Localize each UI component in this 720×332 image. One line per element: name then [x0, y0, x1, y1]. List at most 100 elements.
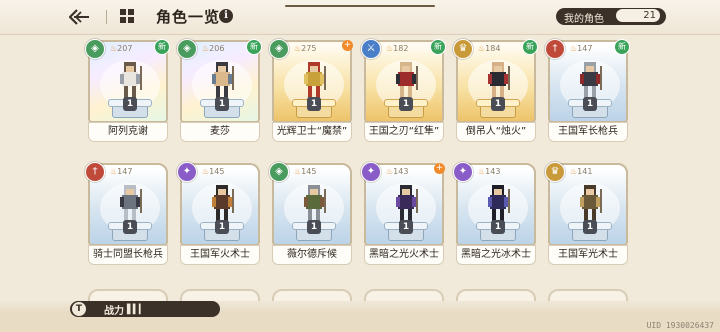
- power-number: 143: [485, 167, 501, 176]
- character-sprite: [120, 62, 142, 98]
- character-name: 骑士同盟长枪兵: [88, 245, 168, 265]
- level-badge: 1: [215, 97, 229, 111]
- power-number: 207: [117, 44, 133, 53]
- character-card[interactable]: 1 ♨275 ◈ + 光辉卫士“魔禁”: [269, 39, 353, 145]
- power-sort-label: 战力: [104, 306, 124, 317]
- power-value: ♨141: [570, 167, 592, 176]
- character-card[interactable]: 1 ♨182 ⚔ 新王国之刃“红隼”: [361, 39, 446, 145]
- level-badge: 1: [123, 97, 137, 111]
- class-icon: ♛: [545, 162, 565, 182]
- class-icon: ⚔: [361, 39, 381, 59]
- my-characters-counter: 我的角色 21: [556, 8, 666, 25]
- upgrade-badge: +: [342, 40, 353, 51]
- top-bar: 角色一览 i 我的角色 21: [0, 0, 720, 35]
- page-title: 角色一览: [156, 8, 221, 26]
- character-card[interactable]: 1 ♨147 † 骑士同盟长枪兵: [85, 162, 168, 268]
- power-value: ♨275: [294, 44, 316, 53]
- character-sprite: [580, 185, 602, 221]
- level-badge: 1: [583, 97, 597, 111]
- character-card[interactable]: 1 ♨184 ♛ 新倒吊人“烛火”: [453, 39, 538, 145]
- new-badge: 新: [522, 39, 538, 55]
- character-name: 薇尔德斥候: [272, 245, 352, 265]
- power-value: ♨147: [570, 44, 592, 53]
- character-sprite: [396, 62, 418, 98]
- character-name: 王国军火术士: [180, 245, 260, 265]
- power-value: ♨145: [294, 167, 316, 176]
- new-badge: 新: [614, 39, 630, 55]
- character-name: 阿列克谢: [88, 122, 168, 142]
- class-icon: ◈: [85, 39, 105, 59]
- sort-bars-icon: ▌▍▎: [127, 305, 146, 315]
- uid-label: UID 1930026437: [646, 321, 714, 330]
- character-name: 麦莎: [180, 122, 260, 142]
- new-badge: 新: [430, 39, 446, 55]
- character-card[interactable]: 1 ♨147 † 新王国军长枪兵: [545, 39, 630, 145]
- top-decor-line: [285, 5, 435, 7]
- level-badge: 1: [491, 97, 505, 111]
- character-card[interactable]: 1 ♨143 ✦ + 黑暗之光火术士: [361, 162, 445, 268]
- character-name: 黑暗之光火术士: [364, 245, 444, 265]
- power-value: ♨145: [202, 167, 224, 176]
- power-value: ♨207: [110, 44, 132, 53]
- level-badge: 1: [307, 220, 321, 234]
- power-number: 145: [301, 167, 317, 176]
- level-badge: 1: [399, 220, 413, 234]
- power-sort-button[interactable]: T 战力 ▌▍▎: [70, 301, 220, 317]
- character-sprite: [120, 185, 142, 221]
- character-sprite: [396, 185, 418, 221]
- power-value: ♨147: [110, 167, 132, 176]
- power-number: 147: [117, 167, 133, 176]
- power-value: ♨143: [386, 167, 408, 176]
- power-number: 275: [301, 44, 317, 53]
- character-card[interactable]: 1 ♨207 ◈ 新阿列克谢: [85, 39, 170, 145]
- class-icon: †: [545, 39, 565, 59]
- character-sprite: [212, 62, 234, 98]
- character-sprite: [488, 62, 510, 98]
- header-divider: [106, 10, 107, 24]
- character-sprite: [212, 185, 234, 221]
- back-arrow-icon[interactable]: [68, 8, 90, 26]
- character-name: 王国军光术士: [548, 245, 628, 265]
- character-sprite: [304, 62, 326, 98]
- level-badge: 1: [491, 220, 505, 234]
- grid-icon: [120, 9, 134, 23]
- character-name: 倒吊人“烛火”: [456, 122, 536, 142]
- level-badge: 1: [399, 97, 413, 111]
- character-card[interactable]: 1 ♨206 ◈ 新麦莎: [177, 39, 262, 145]
- my-characters-label: 我的角色: [564, 14, 604, 25]
- power-number: 184: [485, 44, 501, 53]
- character-card[interactable]: 1 ♨145 ✦ 王国军火术士: [177, 162, 260, 268]
- power-number: 145: [209, 167, 225, 176]
- character-name: 光辉卫士“魔禁”: [272, 122, 352, 142]
- character-card[interactable]: 1 ♨145 ◈ 薇尔德斥候: [269, 162, 352, 268]
- character-sprite: [488, 185, 510, 221]
- class-icon: ✦: [361, 162, 381, 182]
- power-number: 143: [393, 167, 409, 176]
- character-card[interactable]: 1 ♨143 ✦ 黑暗之光冰术士: [453, 162, 536, 268]
- power-value: ♨206: [202, 44, 224, 53]
- power-value: ♨182: [386, 44, 408, 53]
- character-name: 王国军长枪兵: [548, 122, 628, 142]
- power-number: 206: [209, 44, 225, 53]
- class-icon: ◈: [177, 39, 197, 59]
- class-icon: ♛: [453, 39, 473, 59]
- my-characters-count: 21: [616, 9, 660, 22]
- power-value: ♨143: [478, 167, 500, 176]
- class-icon: †: [85, 162, 105, 182]
- character-name: 黑暗之光冰术士: [456, 245, 536, 265]
- character-sprite: [304, 185, 326, 221]
- class-icon: ◈: [269, 39, 289, 59]
- power-value: ♨184: [478, 44, 500, 53]
- power-number: 141: [577, 167, 593, 176]
- level-badge: 1: [215, 220, 229, 234]
- new-badge: 新: [154, 39, 170, 55]
- level-badge: 1: [583, 220, 597, 234]
- level-badge: 1: [307, 97, 321, 111]
- character-name: 王国之刃“红隼”: [364, 122, 444, 142]
- power-number: 147: [577, 44, 593, 53]
- character-sprite: [580, 62, 602, 98]
- class-icon: ✦: [453, 162, 473, 182]
- level-badge: 1: [123, 220, 137, 234]
- character-card[interactable]: 1 ♨141 ♛ 王国军光术士: [545, 162, 628, 268]
- info-icon[interactable]: i: [219, 9, 233, 23]
